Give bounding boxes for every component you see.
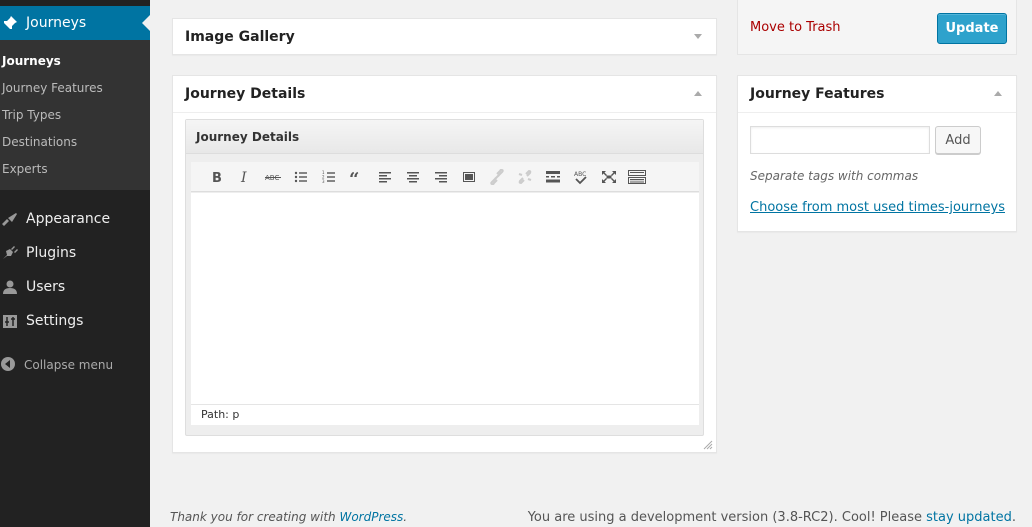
bold-icon: B (212, 171, 222, 184)
sidebar-item-settings[interactable]: Settings (0, 304, 150, 338)
journey-details-header[interactable]: Journey Details (173, 76, 716, 112)
postbox-inside (173, 112, 716, 113)
sidebar-item-label: Appearance (26, 211, 111, 227)
pushpin-icon (0, 15, 20, 31)
editor-toolbar: B I ABC 123 “ ABC (191, 162, 699, 192)
sidebar-item-label: Plugins (26, 245, 77, 261)
sidebar-item-plugins[interactable]: Plugins (0, 236, 150, 270)
admin-sidebar: Journeys Journeys Journey Features Trip … (0, 0, 150, 527)
collapse-arrow-icon (0, 356, 16, 375)
postbox-title: Journey Features (750, 86, 885, 102)
bullet-list-button[interactable] (287, 166, 315, 188)
editor-path: Path: p (191, 404, 699, 425)
paintbrush-icon (0, 211, 20, 227)
footer-thanks-text: Thank you for creating with (170, 510, 340, 524)
wordpress-link[interactable]: WordPress (339, 510, 403, 524)
svg-text:I: I (240, 170, 247, 184)
spellcheck-button[interactable]: ABC (567, 166, 595, 188)
collapse-toggle-icon[interactable] (694, 34, 702, 39)
new-tag-input[interactable] (750, 126, 930, 154)
sidebar-item-label: Journeys (26, 15, 87, 31)
fullscreen-icon (602, 170, 616, 183)
publish-actions: Move to Trash Update (737, 0, 1017, 55)
align-right-icon (435, 171, 447, 182)
numbered-list-icon: 123 (322, 170, 335, 184)
blockquote-button[interactable]: “ (343, 166, 371, 188)
tag-howto-text: Separate tags with commas (750, 169, 919, 183)
add-tag-button[interactable]: Add (935, 126, 981, 154)
bullet-list-icon (294, 171, 307, 182)
italic-button[interactable]: I (231, 166, 259, 188)
blockquote-icon: “ (349, 170, 359, 184)
unlink-button[interactable] (511, 166, 539, 188)
move-to-trash-link[interactable]: Move to Trash (750, 20, 841, 35)
submenu-item-destinations[interactable]: Destinations (0, 129, 150, 156)
collapse-menu-label: Collapse menu (24, 358, 114, 372)
svg-text:3: 3 (322, 179, 325, 184)
read-more-button[interactable] (539, 166, 567, 188)
insert-more-button[interactable] (455, 166, 483, 188)
image-gallery-postbox: Image Gallery (172, 18, 717, 55)
user-icon (0, 279, 20, 295)
postbox-title: Image Gallery (185, 29, 295, 45)
svg-text:“: “ (349, 170, 359, 184)
submenu-item-journeys[interactable]: Journeys (0, 48, 150, 75)
editor-title: Journey Details (186, 120, 703, 154)
collapse-toggle-icon[interactable] (694, 91, 702, 96)
spellcheck-icon: ABC (574, 171, 587, 184)
settings-sliders-icon (0, 313, 20, 329)
submenu-item-experts[interactable]: Experts (0, 156, 150, 183)
resize-handle-icon[interactable] (703, 439, 713, 450)
align-center-icon (407, 171, 419, 182)
choose-most-used-link[interactable]: Choose from most used times-journeys (750, 200, 1005, 215)
strikethrough-button[interactable]: ABC (259, 166, 287, 188)
postbox-inside (738, 112, 1016, 113)
postbox-title: Journey Details (185, 86, 306, 102)
submenu-item-journey-features[interactable]: Journey Features (0, 75, 150, 102)
sidebar-item-label: Users (26, 279, 66, 295)
footer-version: You are using a development version (3.8… (528, 510, 1016, 525)
journey-details-postbox: Journey Details Journey Details B I ABC … (172, 75, 717, 453)
footer-version-suffix: . (1011, 510, 1016, 525)
align-left-icon (379, 171, 391, 182)
bold-button[interactable]: B (203, 166, 231, 188)
svg-text:ABC: ABC (574, 171, 586, 178)
keyboard-icon (628, 169, 646, 184)
strikethrough-icon: ABC (265, 174, 281, 182)
kitchen-sink-button[interactable] (623, 166, 651, 188)
footer-thankyou: Thank you for creating with WordPress. (170, 510, 407, 524)
journey-features-postbox: Journey Features Add Separate tags with … (737, 75, 1017, 232)
align-right-button[interactable] (427, 166, 455, 188)
footer-version-text: You are using a development version (3.8… (527, 510, 927, 525)
fullscreen-button[interactable] (595, 166, 623, 188)
svg-text:B: B (212, 171, 222, 184)
align-left-button[interactable] (371, 166, 399, 188)
stay-updated-link[interactable]: stay updated (926, 510, 1012, 525)
sidebar-item-users[interactable]: Users (0, 270, 150, 304)
journey-features-header[interactable]: Journey Features (738, 76, 1016, 112)
read-more-icon (546, 170, 560, 182)
sidebar-item-journeys[interactable]: Journeys (0, 6, 150, 40)
rich-text-editor: Journey Details B I ABC 123 “ ABC Path: … (185, 119, 704, 436)
journeys-submenu: Journeys Journey Features Trip Types Des… (0, 40, 150, 190)
update-button[interactable]: Update (937, 13, 1007, 44)
align-center-button[interactable] (399, 166, 427, 188)
link-icon (490, 168, 504, 185)
link-button[interactable] (483, 166, 511, 188)
sidebar-item-appearance[interactable]: Appearance (0, 202, 150, 236)
numbered-list-button[interactable]: 123 (315, 166, 343, 188)
insert-box-icon (463, 171, 475, 182)
editor-content-area[interactable] (191, 193, 699, 404)
collapse-toggle-icon[interactable] (994, 91, 1002, 96)
sidebar-item-label: Settings (26, 313, 84, 329)
image-gallery-header[interactable]: Image Gallery (173, 19, 716, 55)
current-menu-arrow (142, 15, 150, 31)
unlink-icon (518, 169, 532, 184)
submenu-item-trip-types[interactable]: Trip Types (0, 102, 150, 129)
collapse-menu-button[interactable]: Collapse menu (0, 352, 113, 378)
italic-icon: I (240, 170, 247, 184)
footer-thanks-suffix: . (403, 510, 408, 524)
plug-icon (0, 245, 20, 261)
